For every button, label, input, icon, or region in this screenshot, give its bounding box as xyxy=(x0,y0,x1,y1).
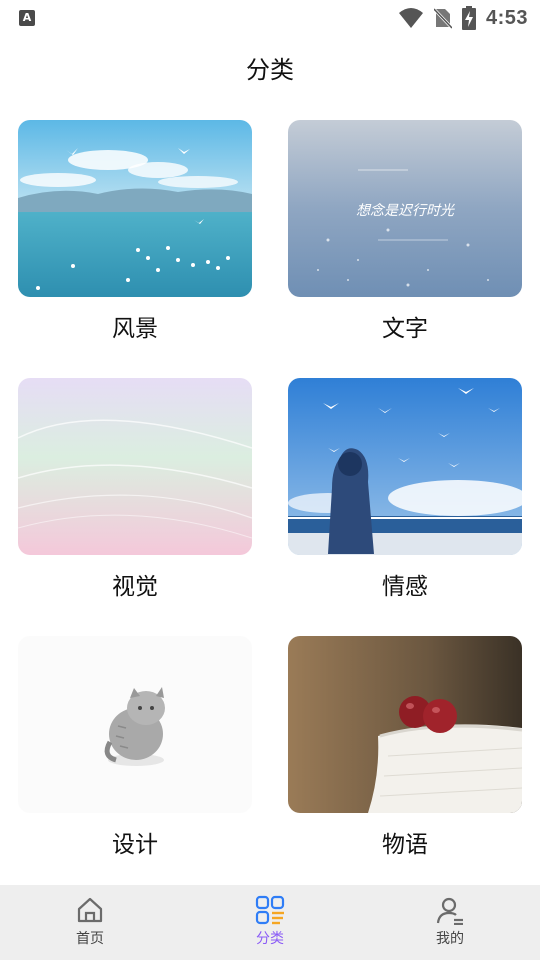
story-thumbnail xyxy=(288,636,522,813)
category-label: 设计 xyxy=(112,832,158,858)
visual-thumbnail xyxy=(18,378,252,555)
status-bar: A 4:53 xyxy=(0,0,540,36)
tab-label: 首页 xyxy=(76,931,104,947)
category-label: 风景 xyxy=(112,316,158,342)
category-label: 情感 xyxy=(382,574,428,600)
category-label: 视觉 xyxy=(112,574,158,600)
tab-mine[interactable]: 我的 xyxy=(360,885,540,960)
design-thumbnail xyxy=(18,636,252,813)
tab-label: 我的 xyxy=(436,931,464,947)
user-icon xyxy=(436,897,463,925)
page-title: 分类 xyxy=(246,56,294,84)
app-notification-icon: A xyxy=(19,10,35,26)
tab-label: 分类 xyxy=(256,931,284,947)
home-icon xyxy=(77,897,103,923)
scenery-thumbnail xyxy=(18,120,252,297)
bottom-tab-bar: 首页 分类 我的 xyxy=(0,885,540,960)
tab-home[interactable]: 首页 xyxy=(0,885,180,960)
category-label: 文字 xyxy=(382,316,428,342)
category-card-design[interactable]: 设计 xyxy=(18,636,252,859)
category-card-visual[interactable]: 视觉 xyxy=(18,378,252,601)
battery-charging-icon xyxy=(461,6,476,30)
category-card-scenery[interactable]: 风景 xyxy=(18,120,252,343)
category-card-text[interactable]: 想念是迟行时光 文字 xyxy=(288,120,522,343)
category-grid-icon xyxy=(255,895,285,925)
category-label: 物语 xyxy=(382,832,428,858)
category-card-emotion[interactable]: 情感 xyxy=(288,378,522,601)
wifi-icon xyxy=(398,8,423,28)
thumbnail-caption: 想念是迟行时光 xyxy=(356,203,454,219)
tab-category[interactable]: 分类 xyxy=(180,885,360,960)
status-icons: 4:53 xyxy=(398,5,528,31)
status-time: 4:53 xyxy=(485,6,528,29)
text-thumbnail: 想念是迟行时光 xyxy=(288,120,522,297)
no-sim-icon xyxy=(433,7,452,29)
category-card-story[interactable]: 物语 xyxy=(288,636,522,859)
emotion-thumbnail xyxy=(288,378,522,555)
